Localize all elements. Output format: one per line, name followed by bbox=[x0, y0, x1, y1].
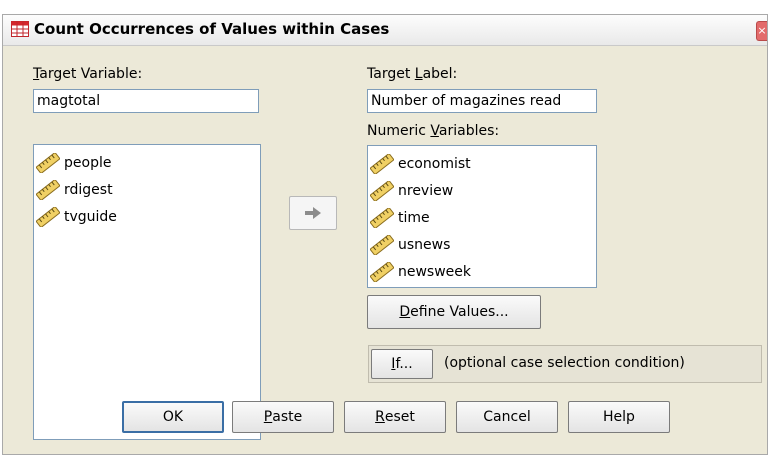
paste-button[interactable]: Paste bbox=[232, 401, 334, 433]
scale-ruler-icon bbox=[36, 152, 60, 173]
variable-name: nreview bbox=[398, 182, 454, 199]
target-label-label: Target Label: bbox=[367, 66, 458, 82]
if-button[interactable]: If... bbox=[371, 349, 433, 379]
variable-list-item[interactable]: newsweek bbox=[368, 258, 596, 285]
variable-list-item[interactable]: usnews bbox=[368, 231, 596, 258]
variable-name: tvguide bbox=[64, 208, 117, 225]
help-button[interactable]: Help bbox=[568, 401, 670, 433]
scale-ruler-icon bbox=[370, 261, 394, 282]
scale-ruler-icon bbox=[370, 234, 394, 255]
scale-ruler-icon bbox=[370, 180, 394, 201]
target-variable-input[interactable] bbox=[33, 89, 259, 113]
numeric-variables-list[interactable]: economist nreview time usnews newsweek bbox=[367, 145, 597, 288]
move-variable-button[interactable] bbox=[289, 196, 337, 230]
variable-name: rdigest bbox=[64, 181, 113, 198]
variable-list-item[interactable]: nreview bbox=[368, 177, 596, 204]
ok-button[interactable]: OK bbox=[122, 401, 224, 433]
source-variable-list[interactable]: people rdigest tvguide bbox=[33, 144, 261, 440]
variable-list-item[interactable]: time bbox=[368, 204, 596, 231]
variable-list-item[interactable]: economist bbox=[368, 150, 596, 177]
right-arrow-icon bbox=[305, 207, 321, 219]
variable-list-item[interactable]: people bbox=[34, 149, 260, 176]
variable-list-item[interactable]: tvguide bbox=[34, 203, 260, 230]
target-label-input[interactable] bbox=[367, 89, 597, 113]
variable-name: people bbox=[64, 154, 112, 171]
numeric-variables-label: Numeric Variables: bbox=[367, 123, 500, 139]
variable-name: economist bbox=[398, 155, 471, 172]
target-variable-label: Target Variable: bbox=[33, 66, 143, 82]
variable-name: time bbox=[398, 209, 430, 226]
define-values-button[interactable]: Define Values... bbox=[367, 295, 541, 329]
variable-name: usnews bbox=[398, 236, 451, 253]
count-occurrences-dialog: Count Occurrences of Values within Cases… bbox=[2, 14, 768, 455]
variable-list-item[interactable]: rdigest bbox=[34, 176, 260, 203]
scale-ruler-icon bbox=[36, 206, 60, 227]
data-grid-icon bbox=[11, 21, 29, 37]
if-condition-caption: (optional case selection condition) bbox=[444, 355, 685, 371]
variable-name: newsweek bbox=[398, 263, 472, 280]
close-icon: × bbox=[757, 24, 767, 37]
scale-ruler-icon bbox=[370, 207, 394, 228]
close-button[interactable]: × bbox=[756, 21, 767, 41]
scale-ruler-icon bbox=[36, 179, 60, 200]
scale-ruler-icon bbox=[370, 153, 394, 174]
reset-button[interactable]: Reset bbox=[344, 401, 446, 433]
if-condition-panel: If... (optional case selection condition… bbox=[368, 345, 762, 383]
title-bar: Count Occurrences of Values within Cases… bbox=[3, 15, 767, 46]
dialog-title: Count Occurrences of Values within Cases bbox=[34, 20, 390, 38]
cancel-button[interactable]: Cancel bbox=[456, 401, 558, 433]
